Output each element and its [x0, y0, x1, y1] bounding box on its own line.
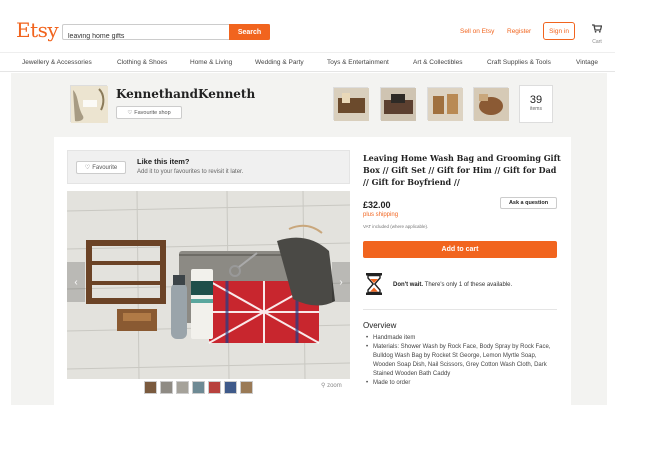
gallery-thumb[interactable]: [240, 381, 253, 394]
gallery-thumb[interactable]: [192, 381, 205, 394]
category-craft[interactable]: Craft Supplies & Tools: [487, 59, 551, 66]
shop-name[interactable]: KennethandKenneth: [116, 87, 255, 101]
items-label: items: [530, 106, 542, 112]
ask-question-button[interactable]: Ask a question: [500, 197, 557, 209]
add-to-cart-button[interactable]: Add to cart: [363, 241, 557, 258]
category-nav: Jewellery & Accessories Clothing & Shoes…: [0, 52, 615, 72]
list-item: Handmade item: [366, 334, 556, 343]
gallery-thumbnails: [144, 381, 253, 394]
zoom-label: zoom: [327, 383, 342, 389]
chevron-right-icon: ›: [339, 276, 343, 288]
favourite-shop-button[interactable]: ♡ Favourite shop: [116, 106, 182, 119]
overview-list: Handmade item Materials: Shower Wash by …: [366, 334, 556, 388]
gallery-thumb[interactable]: [224, 381, 237, 394]
etsy-logo[interactable]: Etsy: [16, 18, 59, 42]
sell-on-etsy-link[interactable]: Sell on Etsy: [460, 28, 494, 35]
category-home-living[interactable]: Home & Living: [190, 59, 232, 66]
gallery-thumb[interactable]: [176, 381, 189, 394]
register-link[interactable]: Register: [507, 28, 531, 35]
shop-item-thumb[interactable]: [380, 87, 416, 121]
shop-items-count[interactable]: 39 items: [519, 85, 553, 123]
scarcity-bold: Don't wait.: [393, 282, 424, 288]
shop-avatar[interactable]: [70, 85, 108, 123]
gallery-thumb[interactable]: [160, 381, 173, 394]
category-jewellery[interactable]: Jewellery & Accessories: [22, 59, 92, 66]
overview-heading: Overview: [363, 321, 397, 330]
listing-price: £32.00: [363, 200, 391, 210]
shop-item-thumb[interactable]: [427, 87, 463, 121]
scarcity-message: Don't wait. There's only 1 of these avai…: [393, 282, 512, 288]
next-image-arrow[interactable]: ›: [332, 262, 350, 302]
gallery-thumb[interactable]: [208, 381, 221, 394]
chevron-left-icon: ‹: [74, 276, 78, 288]
magnifier-icon: ⚲: [321, 383, 326, 389]
favourite-item-label: Favourite: [92, 164, 118, 171]
shop-item-thumb[interactable]: [473, 87, 509, 121]
list-item: Materials: Shower Wash by Rock Face, Bod…: [366, 343, 556, 379]
site-header: Etsy Search Sell on Etsy Register Sign i…: [0, 0, 615, 52]
gallery-thumb[interactable]: [144, 381, 157, 394]
search-button[interactable]: Search: [229, 24, 270, 40]
shipping-link[interactable]: plus shipping: [363, 212, 398, 218]
category-clothing[interactable]: Clothing & Shoes: [117, 59, 167, 66]
favourite-shop-label: Favourite shop: [134, 109, 171, 116]
cart-label: Cart: [592, 39, 602, 45]
product-main-image[interactable]: [67, 191, 350, 379]
list-item: Made to order: [366, 379, 556, 388]
like-prompt-subtitle: Add it to your favourites to revisit it …: [137, 169, 244, 175]
signin-button[interactable]: Sign in: [543, 22, 575, 40]
category-art[interactable]: Art & Collectibles: [413, 59, 463, 66]
category-wedding[interactable]: Wedding & Party: [255, 59, 304, 66]
vat-note: VAT included (where applicable).: [363, 224, 429, 229]
scarcity-text: There's only 1 of these available.: [423, 282, 513, 288]
section-divider: [363, 309, 557, 310]
category-toys[interactable]: Toys & Entertainment: [327, 59, 389, 66]
zoom-control[interactable]: ⚲ zoom: [321, 382, 342, 389]
favourite-item-button[interactable]: ♡ Favourite: [76, 161, 126, 174]
listing-title: Leaving Home Wash Bag and Grooming Gift …: [363, 153, 561, 187]
shop-item-thumb[interactable]: [333, 87, 369, 121]
prev-image-arrow[interactable]: ‹: [67, 262, 85, 302]
heart-icon: ♡: [127, 109, 133, 116]
heart-icon: ♡: [84, 165, 91, 171]
cart-icon: [592, 24, 603, 33]
cart-button[interactable]: Cart: [588, 20, 606, 45]
items-count: 39: [529, 94, 543, 106]
like-prompt-title: Like this item?: [137, 157, 190, 166]
category-vintage[interactable]: Vintage: [576, 59, 598, 66]
hourglass-icon: [366, 273, 382, 295]
